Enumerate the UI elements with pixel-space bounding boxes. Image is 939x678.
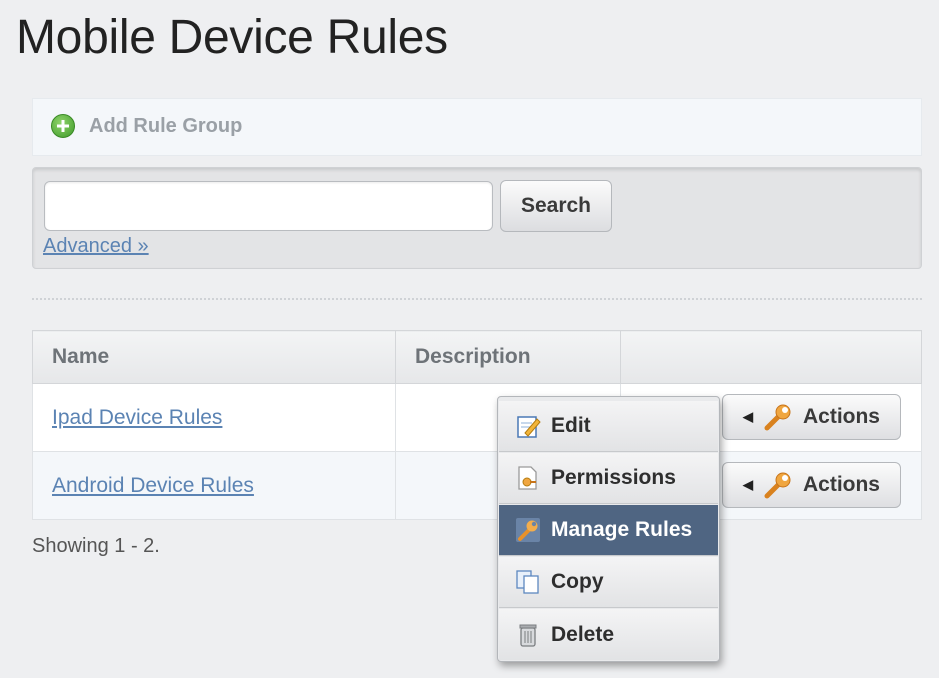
edit-icon <box>517 416 541 438</box>
table-header-row: Name Description <box>32 330 922 384</box>
rule-group-link[interactable]: Ipad Device Rules <box>52 406 222 429</box>
advanced-search-link[interactable]: Advanced » <box>43 235 149 258</box>
row-name-cell: Ipad Device Rules <box>32 383 396 452</box>
search-input[interactable] <box>44 181 493 231</box>
menu-item-label: Delete <box>551 622 615 646</box>
actions-button[interactable]: ◀ Actions <box>722 394 901 440</box>
actions-label: Actions <box>802 473 880 496</box>
pagination-summary: Showing 1 - 2. <box>32 535 160 557</box>
menu-item-delete[interactable]: Delete <box>499 609 718 660</box>
menu-item-label: Edit <box>551 414 591 437</box>
search-panel: Search Advanced » <box>32 167 922 269</box>
row-name-cell: Android Device Rules <box>32 451 396 520</box>
add-toolbar: Add Rule Group <box>32 98 922 156</box>
menu-item-label: Copy <box>551 570 604 593</box>
add-circle-icon <box>51 114 75 138</box>
actions-label: Actions <box>802 405 880 428</box>
menu-item-permissions[interactable]: Permissions <box>499 453 718 504</box>
wrench-icon <box>516 518 540 542</box>
wrench-icon <box>764 472 791 499</box>
menu-item-copy[interactable]: Copy <box>499 557 718 608</box>
section-divider <box>32 298 922 300</box>
menu-item-label: Manage Rules <box>551 518 693 541</box>
actions-menu: Edit Permissions Manage Rules Copy Delet… <box>497 396 720 662</box>
column-header-description[interactable]: Description <box>395 330 621 384</box>
permissions-icon <box>518 466 537 490</box>
menu-item-manage-rules[interactable]: Manage Rules <box>499 505 718 556</box>
column-header-name[interactable]: Name <box>32 330 396 384</box>
caret-left-icon: ◀ <box>742 409 753 424</box>
search-button[interactable]: Search <box>500 180 612 232</box>
actions-button[interactable]: ◀ Actions <box>722 462 901 508</box>
menu-item-label: Permissions <box>551 466 676 489</box>
column-header-actions <box>620 330 922 384</box>
add-rule-group-button[interactable]: Add Rule Group <box>51 114 242 138</box>
page-title: Mobile Device Rules <box>16 11 448 64</box>
copy-icon <box>516 570 539 594</box>
caret-left-icon: ◀ <box>742 477 753 492</box>
trash-icon <box>519 624 537 647</box>
menu-item-edit[interactable]: Edit <box>499 401 718 452</box>
add-rule-group-label: Add Rule Group <box>89 114 243 137</box>
wrench-icon <box>764 404 791 431</box>
rule-group-link[interactable]: Android Device Rules <box>52 474 254 497</box>
